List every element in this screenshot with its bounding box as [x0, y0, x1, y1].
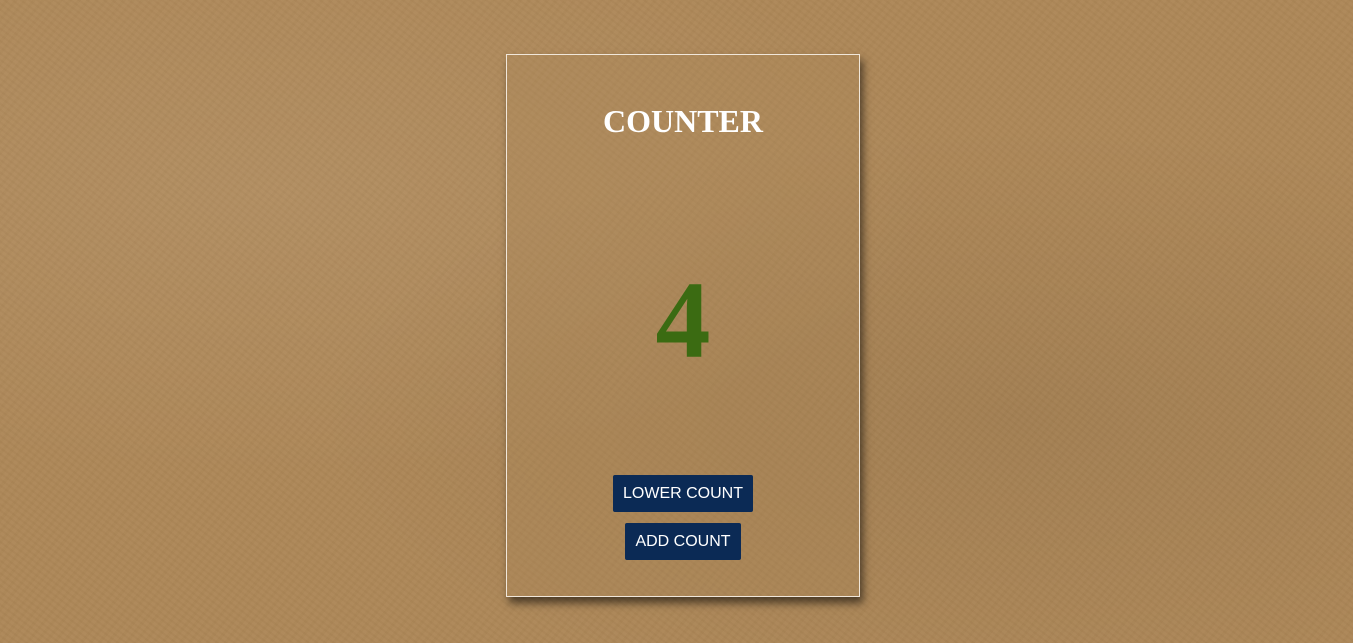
add-count-button[interactable]: ADD COUNT — [625, 523, 741, 560]
counter-card: COUNTER 4 LOWER COUNT ADD COUNT — [506, 54, 860, 597]
counter-title: COUNTER — [602, 103, 763, 139]
lower-count-button[interactable]: LOWER COUNT — [613, 475, 753, 512]
counter-value: 4 — [655, 259, 711, 381]
